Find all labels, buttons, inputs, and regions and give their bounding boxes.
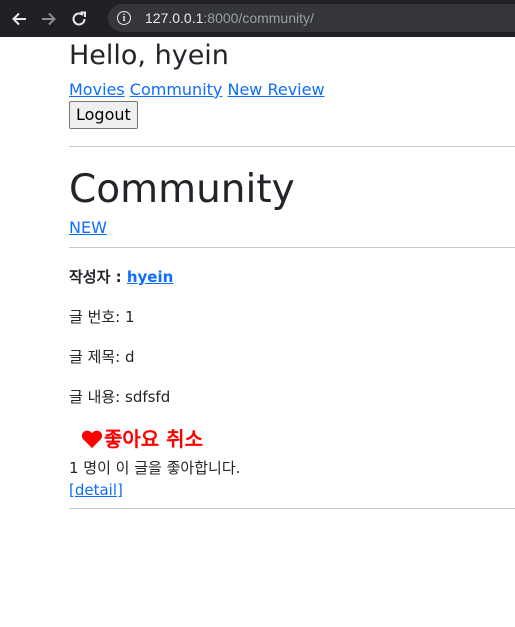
nav-link-new-review[interactable]: New Review [227,80,324,99]
forward-icon[interactable] [38,8,60,30]
unlike-button[interactable]: 좋아요 취소 [81,426,203,452]
unlike-label: 좋아요 취소 [104,427,203,451]
address-bar[interactable]: i 127.0.0.1:8000/community/ [108,4,515,32]
post-content-label: 글 내용: [69,388,125,406]
detail-link[interactable]: [detail] [69,480,123,500]
back-icon[interactable] [8,8,30,30]
greeting-heading: Hello, hyein [69,40,229,71]
browser-toolbar: i 127.0.0.1:8000/community/ [0,0,515,37]
divider [69,146,515,147]
divider [69,508,515,509]
post-content-line: 글 내용: sdfsfd [69,387,515,407]
post-title-value: d [125,348,135,366]
post-author-line: 작성자 : hyein [69,267,515,287]
author-link[interactable]: hyein [127,268,173,286]
url-text: 127.0.0.1:8000/community/ [145,10,314,26]
post-title-label: 글 제목: [69,348,125,366]
new-post-link[interactable]: NEW [69,218,107,238]
url-host: 127.0.0.1 [145,10,204,26]
page-title: Community [69,167,295,212]
reload-icon[interactable] [68,8,90,30]
nav-link-movies[interactable]: Movies [69,80,125,99]
logout-button[interactable]: Logout [69,101,138,129]
post-content-value: sdfsfd [125,388,171,406]
post-item: 작성자 : hyein 글 번호: 1 글 제목: d 글 내용: sdfsfd… [69,267,515,500]
author-label: 작성자 : [69,268,127,286]
heart-icon [81,430,103,449]
post-number-label: 글 번호: [69,308,125,326]
like-count-text: 1 명이 이 글을 좋아합니다. [69,459,241,477]
url-path: :8000/community/ [203,10,314,26]
post-title-line: 글 제목: d [69,347,515,367]
info-icon[interactable]: i [117,11,131,25]
nav-link-community[interactable]: Community [130,80,223,99]
page-content: Hello, hyein Movies Community New Review… [69,37,515,509]
divider [69,247,515,248]
post-number-line: 글 번호: 1 [69,307,515,327]
main-nav: Movies Community New Review [69,80,515,100]
post-number-value: 1 [125,308,135,326]
